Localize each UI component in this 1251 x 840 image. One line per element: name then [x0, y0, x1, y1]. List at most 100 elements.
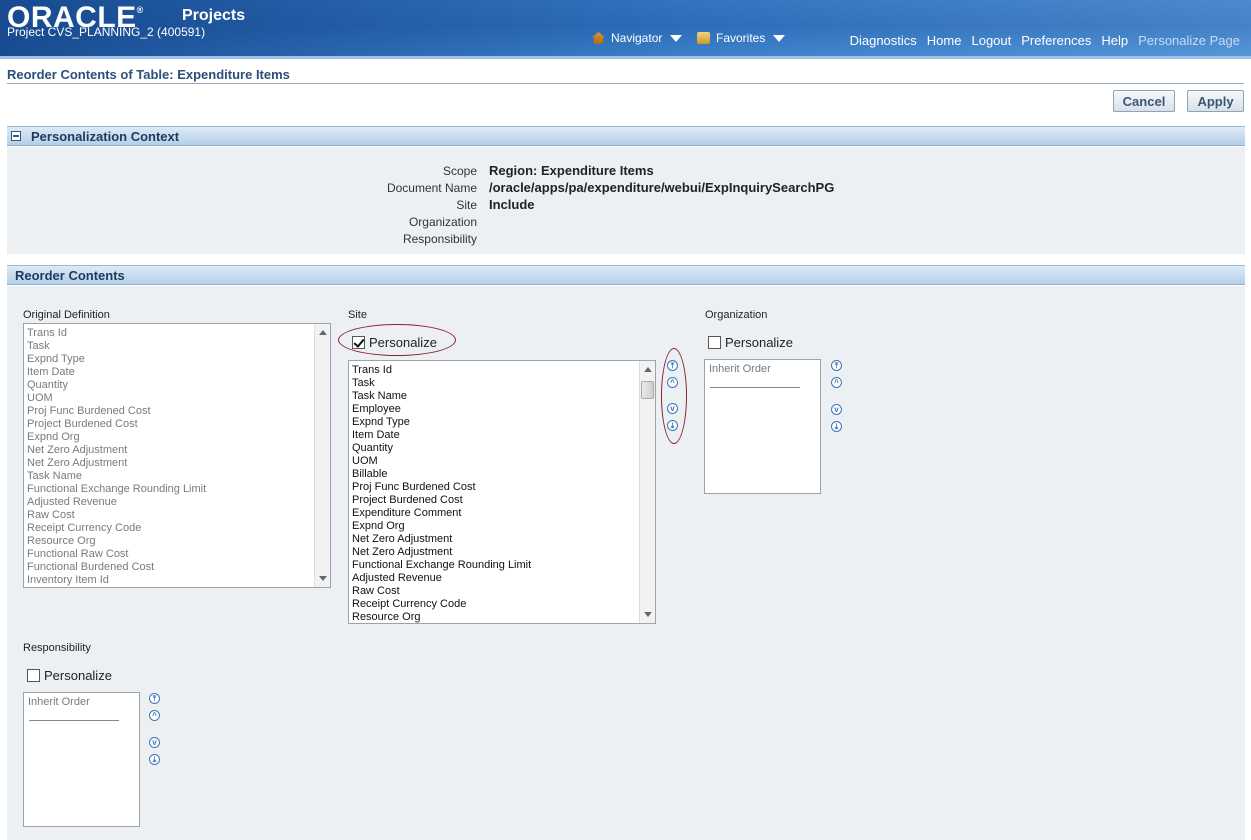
- favorites-menu[interactable]: Favorites: [697, 31, 786, 45]
- organization-order-list[interactable]: Inherit Order: [704, 359, 821, 494]
- list-item[interactable]: Adjusted Revenue: [24, 496, 330, 509]
- list-item[interactable]: Project Burdened Cost: [24, 418, 330, 431]
- preferences-link[interactable]: Preferences: [1021, 33, 1091, 48]
- responsibility-order-list[interactable]: Inherit Order: [23, 692, 140, 827]
- responsibility-column-label: Responsibility: [23, 642, 91, 654]
- move-up-icon[interactable]: ^: [831, 377, 842, 388]
- scope-value: Region: Expenditure Items: [489, 163, 654, 178]
- organization-label: Organization: [408, 215, 477, 229]
- list-item[interactable]: Trans Id: [349, 364, 655, 377]
- list-item[interactable]: Proj Func Burdened Cost: [349, 481, 655, 494]
- scope-label: Scope: [442, 164, 477, 178]
- list-item[interactable]: Inherit Order: [706, 363, 820, 376]
- scroll-thumb[interactable]: [641, 381, 654, 399]
- list-item[interactable]: Item Date: [24, 366, 330, 379]
- list-item[interactable]: Raw Cost: [24, 509, 330, 522]
- list-item[interactable]: Expnd Type: [349, 416, 655, 429]
- list-divider: [29, 720, 119, 721]
- site-order-list[interactable]: Trans Id Task Task Name Employee Expnd Type I…: [348, 360, 656, 624]
- list-item[interactable]: Functional Raw Cost: [24, 548, 330, 561]
- list-item[interactable]: Proj Func Burdened Cost: [24, 405, 330, 418]
- scroll-down-icon[interactable]: [319, 576, 327, 581]
- personalization-context-header[interactable]: Personalization Context: [7, 126, 1245, 146]
- list-item[interactable]: Functional Exchange Rounding Limit: [349, 559, 655, 572]
- list-item[interactable]: UOM: [349, 455, 655, 468]
- organization-personalize-checkbox[interactable]: Personalize: [708, 335, 793, 350]
- move-up-icon[interactable]: ^: [149, 710, 160, 721]
- checkbox-unchecked[interactable]: [27, 669, 40, 682]
- list-item[interactable]: Employee: [349, 403, 655, 416]
- checkbox-unchecked[interactable]: [708, 336, 721, 349]
- app-title: Projects: [182, 7, 246, 24]
- list-item[interactable]: Adjusted Revenue: [349, 572, 655, 585]
- list-item[interactable]: Project Burdened Cost: [349, 494, 655, 507]
- move-down-icon[interactable]: v: [149, 737, 160, 748]
- move-down-icon[interactable]: v: [831, 404, 842, 415]
- list-item[interactable]: Raw Cost: [349, 585, 655, 598]
- site-value: Include: [489, 197, 535, 212]
- apply-button[interactable]: Apply: [1187, 90, 1244, 112]
- dropdown-arrow-icon: [773, 34, 786, 42]
- collapse-icon[interactable]: [11, 131, 21, 141]
- section-title: Personalization Context: [31, 128, 180, 144]
- list-item[interactable]: Functional Exchange Rounding Limit: [24, 483, 330, 496]
- list-item[interactable]: Quantity: [24, 379, 330, 392]
- list-item[interactable]: Expenditure Comment: [349, 507, 655, 520]
- responsibility-personalize-checkbox[interactable]: Personalize: [27, 668, 112, 683]
- original-definition-list[interactable]: Trans Id Task Expnd Type Item Date Quantity U…: [23, 323, 331, 588]
- move-to-bottom-icon[interactable]: ⤓: [149, 754, 160, 765]
- list-item[interactable]: Net Zero Adjustment: [349, 546, 655, 559]
- move-down-icon[interactable]: v: [667, 403, 678, 414]
- list-item[interactable]: Quantity: [349, 442, 655, 455]
- list-item[interactable]: Task: [24, 340, 330, 353]
- scroll-down-icon[interactable]: [644, 612, 652, 617]
- home-link[interactable]: Home: [927, 33, 962, 48]
- site-column-label: Site: [348, 309, 367, 321]
- scrollbar[interactable]: [314, 324, 330, 587]
- site-personalize-checkbox[interactable]: Personalize: [352, 335, 437, 350]
- list-item[interactable]: Functional Burdened Cost: [24, 561, 330, 574]
- scroll-up-icon[interactable]: [319, 330, 327, 335]
- original-definition-label: Original Definition: [23, 309, 110, 321]
- dropdown-arrow-icon: [670, 34, 683, 42]
- list-item[interactable]: Receipt Currency Code: [349, 598, 655, 611]
- organization-column-label: Organization: [705, 309, 768, 321]
- list-item[interactable]: Net Zero Adjustment: [349, 533, 655, 546]
- move-to-top-icon[interactable]: ⤒: [667, 360, 678, 371]
- navigator-menu[interactable]: Navigator: [592, 31, 683, 45]
- list-item[interactable]: Inventory Item Id: [24, 574, 330, 587]
- list-item[interactable]: Expnd Org: [24, 431, 330, 444]
- move-to-bottom-icon[interactable]: ⤓: [831, 421, 842, 432]
- list-item[interactable]: Inherit Order: [25, 696, 139, 709]
- title-divider: [7, 83, 1244, 84]
- list-item[interactable]: Expnd Org: [349, 520, 655, 533]
- list-item[interactable]: Trans Id: [24, 327, 330, 340]
- logout-link[interactable]: Logout: [971, 33, 1011, 48]
- favorites-icon: [697, 32, 710, 44]
- navigator-label: Navigator: [611, 31, 663, 45]
- personalize-page-link[interactable]: Personalize Page: [1138, 33, 1240, 48]
- move-up-icon[interactable]: ^: [667, 377, 678, 388]
- list-item[interactable]: Task Name: [349, 390, 655, 403]
- move-to-bottom-icon[interactable]: ⤓: [667, 420, 678, 431]
- scrollbar[interactable]: [639, 361, 655, 623]
- checkbox-label: Personalize: [44, 668, 112, 683]
- list-item[interactable]: UOM: [24, 392, 330, 405]
- list-item[interactable]: Billable: [349, 468, 655, 481]
- move-to-top-icon[interactable]: ⤒: [831, 360, 842, 371]
- diagnostics-link[interactable]: Diagnostics: [850, 33, 917, 48]
- list-item[interactable]: Resource Org: [24, 535, 330, 548]
- list-item[interactable]: Receipt Currency Code: [24, 522, 330, 535]
- cancel-button[interactable]: Cancel: [1113, 90, 1175, 112]
- list-item[interactable]: Expnd Type: [24, 353, 330, 366]
- list-item[interactable]: Item Date: [349, 429, 655, 442]
- list-item[interactable]: Net Zero Adjustment: [24, 444, 330, 457]
- checkbox-checked[interactable]: [352, 336, 365, 349]
- help-link[interactable]: Help: [1101, 33, 1128, 48]
- move-to-top-icon[interactable]: ⤒: [149, 693, 160, 704]
- list-item[interactable]: Task: [349, 377, 655, 390]
- list-item[interactable]: Resource Org: [349, 611, 655, 623]
- list-item[interactable]: Net Zero Adjustment: [24, 457, 330, 470]
- scroll-up-icon[interactable]: [644, 367, 652, 372]
- list-item[interactable]: Task Name: [24, 470, 330, 483]
